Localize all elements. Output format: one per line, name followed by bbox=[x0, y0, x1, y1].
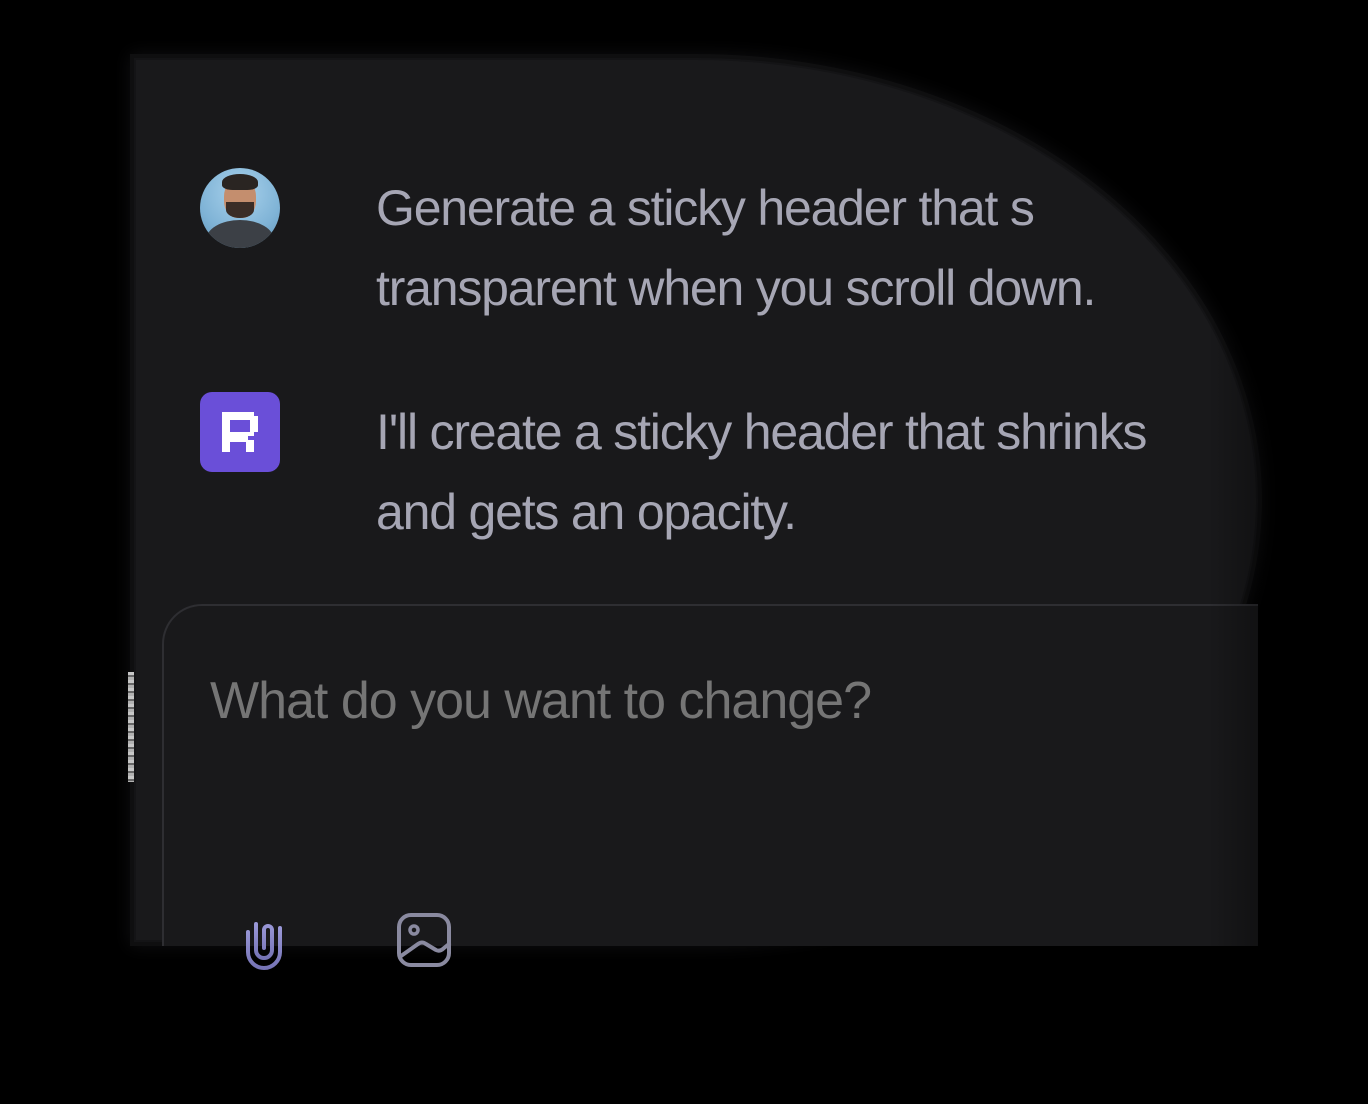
scroll-edge-artifact bbox=[128, 672, 134, 782]
chat-window: Generate a sticky header that s transpar… bbox=[0, 0, 1368, 1104]
assistant-message-text: I'll create a sticky header that shrinks… bbox=[376, 404, 1147, 540]
assistant-logo-icon bbox=[200, 392, 280, 472]
user-message-text: Generate a sticky header that s transpar… bbox=[376, 180, 1096, 316]
image-icon bbox=[397, 913, 451, 967]
attach-button[interactable] bbox=[232, 906, 296, 974]
paperclip-icon bbox=[246, 922, 282, 970]
prompt-input[interactable] bbox=[210, 668, 1110, 734]
composer-box bbox=[162, 604, 1258, 946]
add-image-button[interactable] bbox=[392, 906, 456, 974]
assistant-message-row: I'll create a sticky header that shrinks… bbox=[200, 392, 1300, 552]
user-avatar bbox=[200, 168, 280, 248]
user-message-row: Generate a sticky header that s transpar… bbox=[200, 168, 1300, 328]
